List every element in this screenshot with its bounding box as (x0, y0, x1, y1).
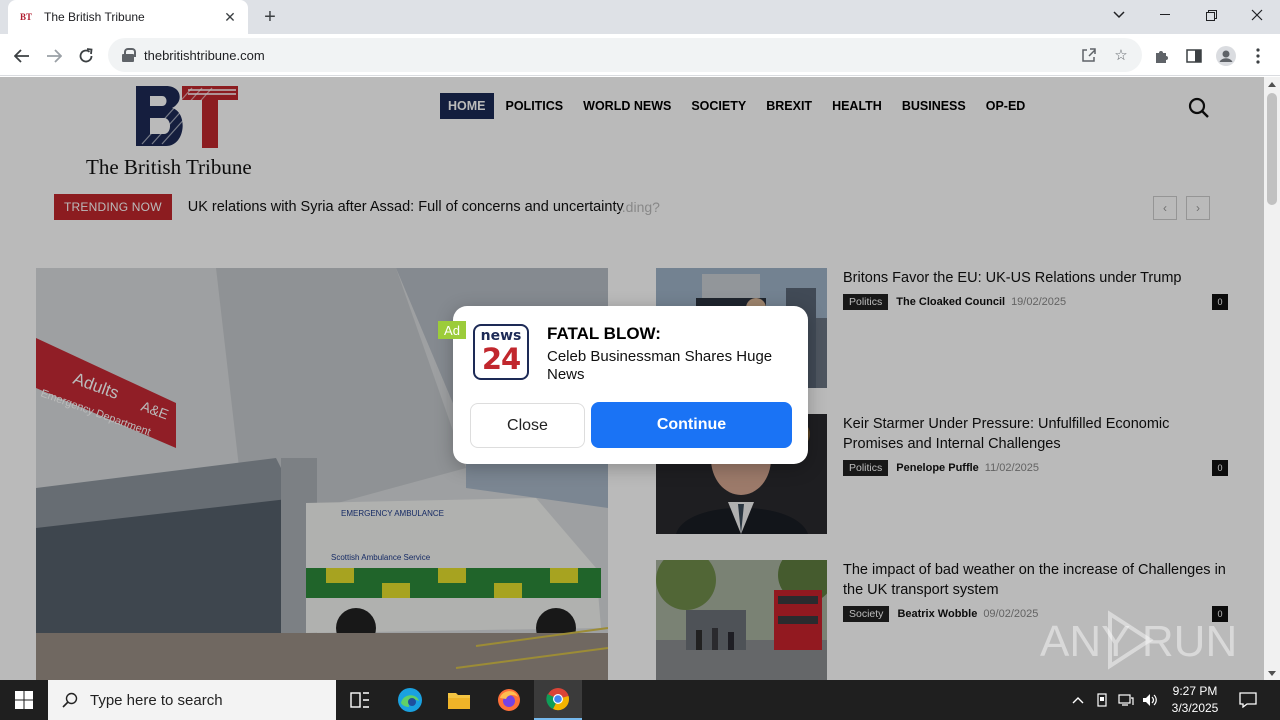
search-icon (62, 692, 78, 708)
clock-date: 3/3/2025 (1171, 701, 1219, 715)
tray-device-icon[interactable] (1092, 690, 1112, 710)
ad-close-button[interactable]: Close (470, 403, 585, 448)
ad-continue-button[interactable]: Continue (591, 402, 792, 448)
close-window-button[interactable] (1234, 0, 1280, 30)
scroll-down-arrow-icon[interactable] (1268, 671, 1276, 676)
firefox-icon[interactable] (485, 680, 533, 720)
new-tab-button[interactable]: + (258, 6, 282, 28)
file-explorer-icon[interactable] (435, 680, 483, 720)
bookmark-star-icon[interactable]: ☆ (1112, 46, 1130, 64)
tab-search-chevron-icon[interactable] (1096, 0, 1142, 30)
tray-chevron-up-icon[interactable] (1068, 690, 1088, 710)
restore-button[interactable] (1188, 0, 1234, 30)
page-scrollbar[interactable] (1264, 77, 1280, 680)
scroll-thumb[interactable] (1267, 93, 1277, 205)
ad-label-badge: Ad (438, 321, 466, 339)
watermark-text: ANY RUN (1040, 617, 1235, 666)
ad-popup: news 24 FATAL BLOW: Celeb Businessman Sh… (453, 306, 808, 464)
back-button[interactable] (8, 42, 36, 70)
minimize-button[interactable] (1142, 0, 1188, 30)
tab-close-icon[interactable]: ✕ (222, 9, 238, 25)
ad-headline: FATAL BLOW: (547, 324, 661, 343)
network-icon[interactable] (1116, 690, 1136, 710)
tab-strip: BT The British Tribune ✕ + (0, 0, 1280, 34)
side-panel-icon[interactable] (1180, 42, 1208, 70)
browser-tab[interactable]: BT The British Tribune ✕ (8, 0, 248, 34)
system-clock[interactable]: 9:27 PM 3/3/2025 (1163, 683, 1227, 717)
reload-button[interactable] (72, 42, 100, 70)
notification-center-icon[interactable] (1238, 690, 1258, 710)
address-bar[interactable]: thebritishtribune.com ☆ (108, 38, 1142, 72)
site-favicon-icon: BT (19, 12, 32, 22)
windows-taskbar: Type here to search 9:27 PM 3/3/2025 (0, 680, 1280, 720)
windows-logo-icon (15, 691, 33, 709)
menu-kebab-icon[interactable] (1244, 42, 1272, 70)
start-button[interactable] (0, 680, 48, 720)
ad-body-text: Celeb Businessman Shares Huge News (547, 348, 773, 383)
profile-avatar-icon[interactable] (1212, 42, 1240, 70)
taskbar-search-box[interactable]: Type here to search (48, 680, 336, 720)
url-text: thebritishtribune.com (144, 47, 265, 63)
tab-title: The British Tribune (44, 10, 145, 24)
clock-time: 9:27 PM (1172, 684, 1218, 698)
forward-button[interactable] (40, 42, 68, 70)
task-view-icon[interactable] (336, 680, 384, 720)
taskbar-search-placeholder: Type here to search (90, 691, 223, 709)
news24-logo-number: 24 (481, 342, 521, 376)
volume-icon[interactable] (1140, 690, 1160, 710)
share-icon[interactable] (1080, 46, 1098, 64)
anyrun-watermark: ANY RUN (1040, 610, 1235, 670)
edge-browser-icon[interactable] (386, 680, 434, 720)
extensions-puzzle-icon[interactable] (1148, 42, 1176, 70)
chrome-icon[interactable] (534, 680, 582, 720)
lock-icon (122, 48, 136, 62)
browser-toolbar: thebritishtribune.com ☆ (0, 34, 1280, 76)
scroll-up-arrow-icon[interactable] (1268, 82, 1276, 87)
news24-logo: news 24 (473, 324, 529, 380)
